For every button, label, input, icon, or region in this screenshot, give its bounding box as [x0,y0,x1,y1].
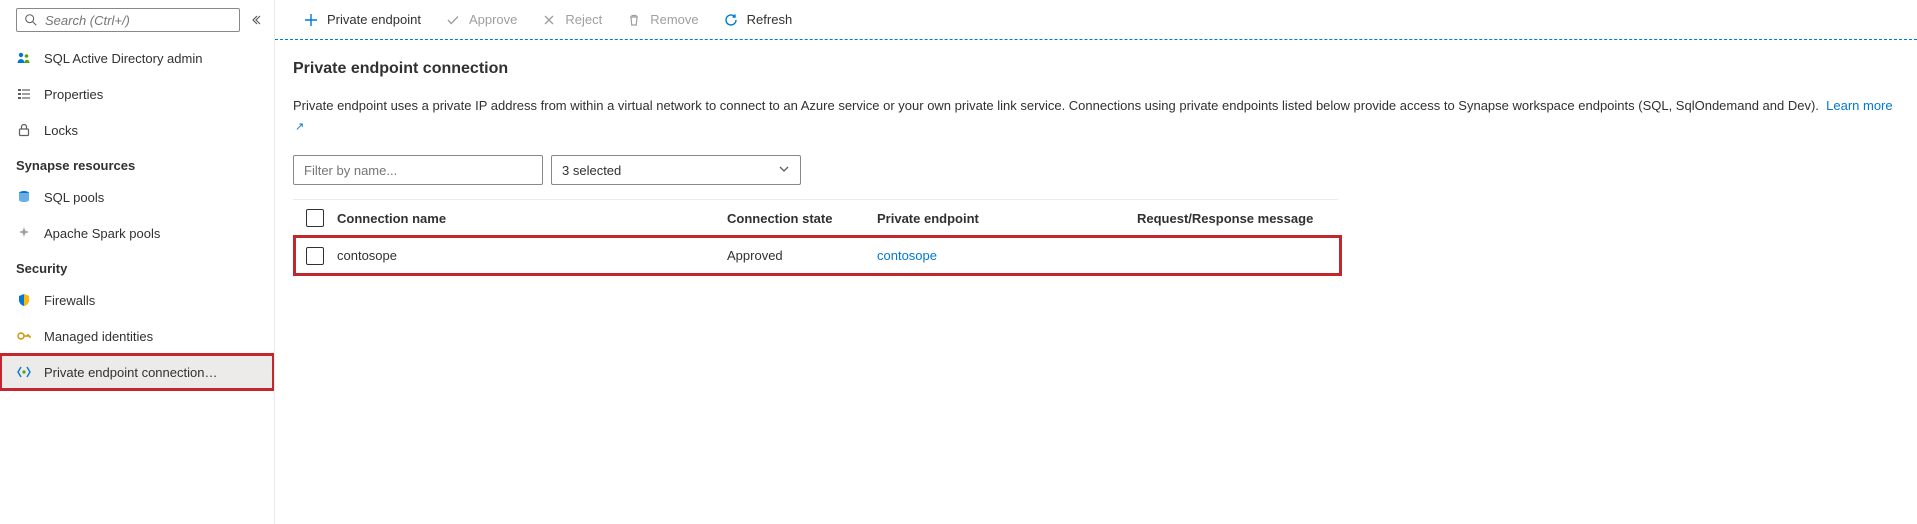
filter-name-input[interactable] [304,163,532,178]
col-header-state[interactable]: Connection state [727,211,877,226]
plus-icon [303,12,319,28]
sidebar-item-label: Locks [44,123,78,138]
sidebar-item-sql-ad-admin[interactable]: SQL Active Directory admin [0,40,274,76]
main-content: Private endpoint Approve Reject Remove [275,0,1917,524]
sql-pools-icon [16,189,32,205]
table-header-row: Connection name Connection state Private… [293,199,1338,237]
chevron-down-icon [778,163,790,178]
search-input[interactable] [45,13,233,28]
sidebar-item-spark-pools[interactable]: Apache Spark pools [0,215,274,251]
cell-connection-state: Approved [727,248,877,263]
search-input-wrapper[interactable] [16,8,240,32]
refresh-button[interactable]: Refresh [713,4,803,36]
sidebar-item-label: Properties [44,87,103,102]
toolbar-label: Refresh [747,12,793,27]
table-row[interactable]: contosope Approved contosope [293,237,1338,275]
approve-button[interactable]: Approve [435,4,527,36]
toolbar-label: Approve [469,12,517,27]
private-endpoint-icon [16,364,32,380]
cell-connection-name: contosope [337,248,727,263]
connections-table: Connection name Connection state Private… [293,199,1338,275]
toolbar-label: Private endpoint [327,12,421,27]
toolbar-label: Remove [650,12,698,27]
sidebar-group-synapse: Synapse resources [0,148,274,179]
sidebar-item-label: Firewalls [44,293,95,308]
spark-icon [16,225,32,241]
sidebar-item-label: SQL pools [44,190,104,205]
page-description: Private endpoint uses a private IP addre… [293,96,1893,137]
command-bar: Private endpoint Approve Reject Remove [275,0,1917,40]
row-checkbox[interactable] [306,247,324,265]
external-link-icon: ↗ [295,121,304,133]
col-header-msg[interactable]: Request/Response message [1137,211,1338,226]
sidebar-group-security: Security [0,251,274,282]
users-icon [16,50,32,66]
sidebar-item-properties[interactable]: Properties [0,76,274,112]
key-icon [16,328,32,344]
sidebar-item-private-endpoint[interactable]: Private endpoint connection… [0,354,274,390]
properties-icon [16,86,32,102]
col-header-name[interactable]: Connection name [337,211,727,226]
filter-select-value: 3 selected [562,163,621,178]
col-header-pe[interactable]: Private endpoint [877,211,1137,226]
trash-icon [626,12,642,28]
select-all-checkbox[interactable] [306,209,324,227]
private-endpoint-link[interactable]: contosope [877,248,937,263]
remove-button[interactable]: Remove [616,4,708,36]
refresh-icon [723,12,739,28]
reject-button[interactable]: Reject [531,4,612,36]
sidebar: SQL Active Directory admin Properties Lo… [0,0,275,524]
sidebar-item-label: Private endpoint connection… [44,365,217,380]
check-icon [445,12,461,28]
sidebar-item-label: Apache Spark pools [44,226,160,241]
filter-name-input-wrapper[interactable] [293,155,543,185]
x-icon [541,12,557,28]
sidebar-item-firewalls[interactable]: Firewalls [0,282,274,318]
shield-icon [16,292,32,308]
sidebar-item-locks[interactable]: Locks [0,112,274,148]
sidebar-item-managed-identities[interactable]: Managed identities [0,318,274,354]
sidebar-item-label: SQL Active Directory admin [44,51,202,66]
add-private-endpoint-button[interactable]: Private endpoint [293,4,431,36]
page-title: Private endpoint connection [293,60,1899,78]
sidebar-item-label: Managed identities [44,329,153,344]
sidebar-nav[interactable]: SQL Active Directory admin Properties Lo… [0,40,274,524]
collapse-sidebar-button[interactable] [246,10,266,30]
toolbar-label: Reject [565,12,602,27]
search-icon [23,12,39,28]
lock-icon [16,122,32,138]
state-filter-select[interactable]: 3 selected [551,155,801,185]
sidebar-item-sql-pools[interactable]: SQL pools [0,179,274,215]
